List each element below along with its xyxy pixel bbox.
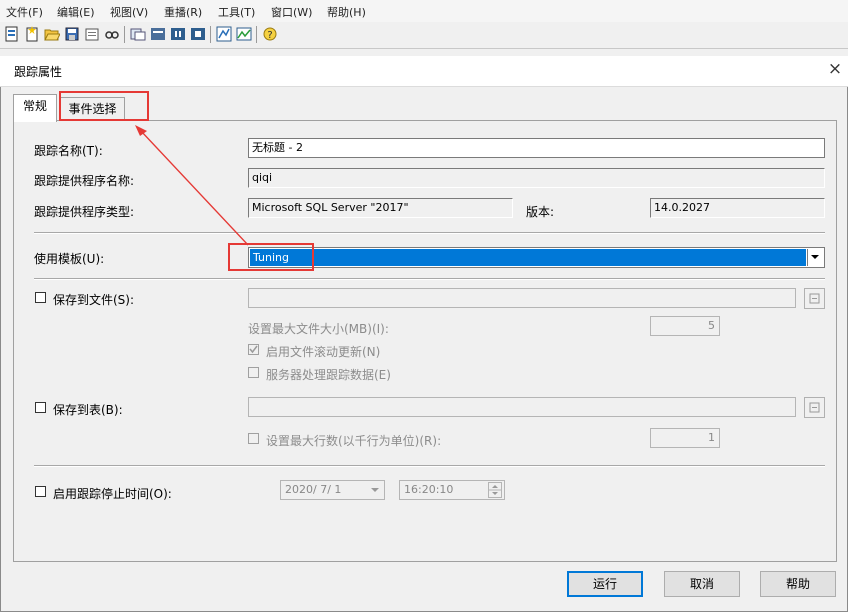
stop-date-value: 2020/ 7/ 1 <box>285 483 342 496</box>
toolbar-separator <box>124 26 125 43</box>
save-to-file-label: 保存到文件(S): <box>53 293 135 307</box>
menu-view[interactable]: 视图(V) <box>110 4 148 20</box>
extract-icon[interactable] <box>130 26 146 42</box>
pause-icon[interactable] <box>170 26 186 42</box>
stop-time-picker: 16:20:10 <box>399 480 505 500</box>
provider-type-field: Microsoft SQL Server "2017" <box>248 198 513 218</box>
dialog-title: 跟踪属性 <box>14 65 63 79</box>
open-icon[interactable] <box>44 26 60 42</box>
perfmon-icon[interactable] <box>236 26 252 42</box>
save-to-file-checkbox[interactable] <box>35 292 46 303</box>
menu-file[interactable]: 文件(F) <box>6 4 43 20</box>
svg-text:?: ? <box>267 30 272 41</box>
template-label: 使用模板(U): <box>34 252 105 266</box>
version-label: 版本: <box>526 205 555 219</box>
dialog-title-bar <box>0 56 848 87</box>
chevron-down-icon <box>371 488 379 492</box>
toolbar-separator <box>210 26 211 43</box>
chevron-down-icon[interactable] <box>807 249 823 266</box>
save-icon[interactable] <box>64 26 80 42</box>
browse-table-icon <box>804 397 825 418</box>
stop-time-checkbox[interactable] <box>35 486 46 497</box>
stop-icon[interactable] <box>190 26 206 42</box>
provider-name-field: qiqi <box>248 168 825 188</box>
menu-window[interactable]: 窗口(W) <box>271 4 312 20</box>
server-process-label: 服务器处理跟踪数据(E) <box>266 368 391 382</box>
toolbar-separator <box>256 26 257 43</box>
save-to-table-checkbox[interactable] <box>35 402 46 413</box>
save-to-table-label: 保存到表(B): <box>53 403 123 417</box>
stop-time-value: 16:20:10 <box>404 483 454 496</box>
provider-type-label: 跟踪提供程序类型: <box>34 205 135 219</box>
stop-time-label: 启用跟踪停止时间(O): <box>53 487 172 501</box>
save-to-file-path <box>248 288 796 308</box>
divider <box>34 232 825 234</box>
template-select-value: Tuning <box>250 249 806 266</box>
cancel-button[interactable]: 取消 <box>664 571 740 597</box>
provider-name-label: 跟踪提供程序名称: <box>34 174 135 188</box>
find-icon[interactable] <box>104 26 120 42</box>
template-select[interactable]: Tuning <box>248 247 825 268</box>
new-trace-icon[interactable] <box>4 26 20 42</box>
menu-help[interactable]: 帮助(H) <box>327 4 366 20</box>
trace-name-label: 跟踪名称(T): <box>34 144 103 158</box>
max-file-size-label: 设置最大文件大小(MB)(I): <box>248 322 389 336</box>
menu-replay[interactable]: 重播(R) <box>164 4 202 20</box>
help-button[interactable]: 帮助 <box>760 571 836 597</box>
close-icon[interactable]: × <box>826 59 844 79</box>
spin-icon <box>488 482 502 498</box>
clear-icon[interactable] <box>150 26 166 42</box>
trace-window-icon[interactable] <box>216 26 232 42</box>
file-rollover-label: 启用文件滚动更新(N) <box>266 345 381 359</box>
max-rows-input: 1 <box>650 428 720 448</box>
max-file-size-input: 5 <box>650 316 720 336</box>
tab-events-selection[interactable]: 事件选择 <box>60 97 125 121</box>
version-field: 14.0.2027 <box>650 198 825 218</box>
properties-icon[interactable] <box>84 26 100 42</box>
menu-edit[interactable]: 编辑(E) <box>57 4 95 20</box>
tab-general[interactable]: 常规 <box>13 94 57 122</box>
run-button[interactable]: 运行 <box>567 571 643 597</box>
max-rows-label: 设置最大行数(以千行为单位)(R): <box>266 434 442 448</box>
menu-bar: 文件(F) 编辑(E) 视图(V) 重播(R) 工具(T) 窗口(W) 帮助(H… <box>0 0 848 22</box>
save-to-table-path <box>248 397 796 417</box>
file-rollover-checkbox <box>248 344 259 355</box>
toolbar: ? <box>0 22 848 49</box>
max-rows-checkbox <box>248 433 259 444</box>
menu-tools[interactable]: 工具(T) <box>218 4 255 20</box>
new-template-icon[interactable] <box>24 26 40 42</box>
trace-name-input[interactable]: 无标题 - 2 <box>248 138 825 158</box>
divider <box>34 278 825 280</box>
stop-date-picker: 2020/ 7/ 1 <box>280 480 385 500</box>
divider <box>34 465 825 467</box>
server-process-checkbox <box>248 367 259 378</box>
browse-file-icon <box>804 288 825 309</box>
help-icon[interactable]: ? <box>262 26 278 42</box>
